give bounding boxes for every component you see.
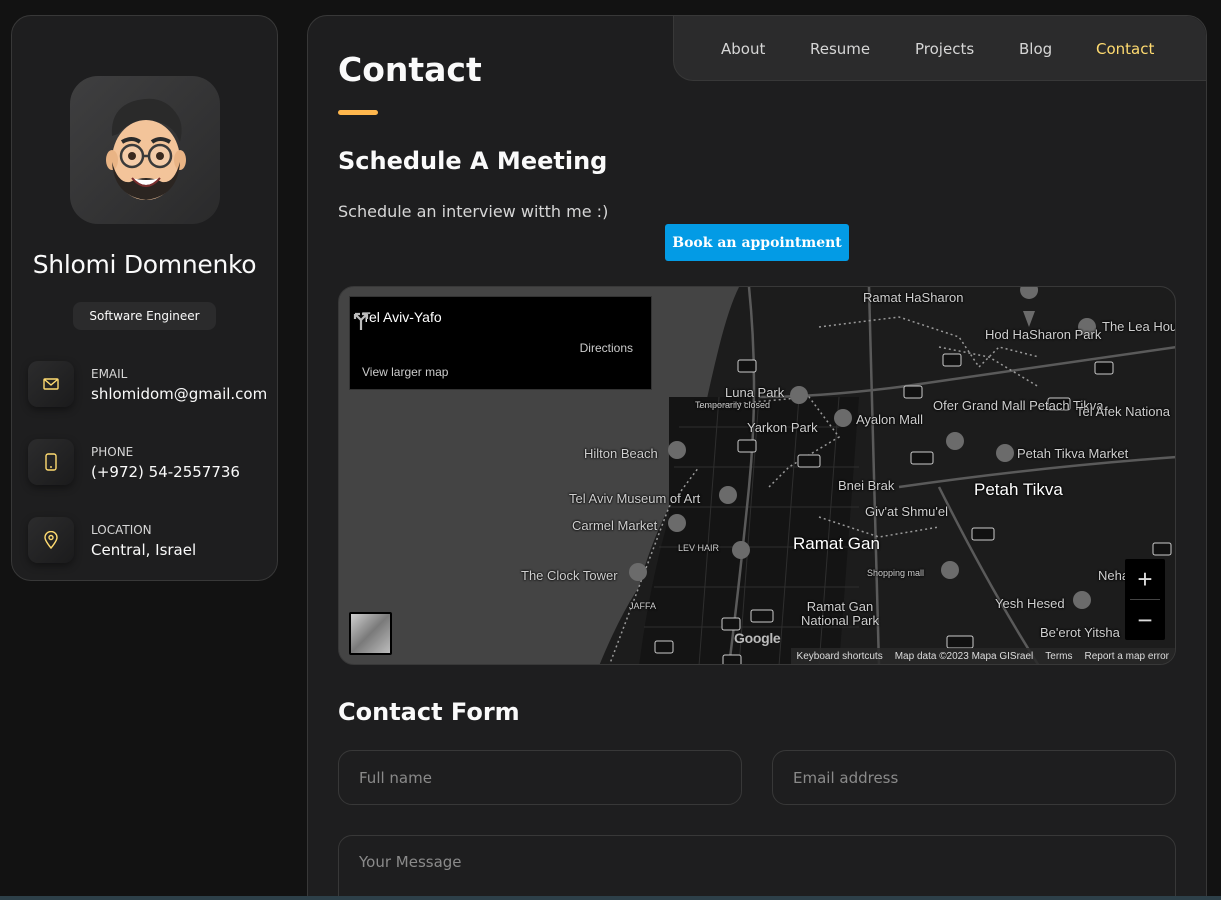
map-label: Petah Tikva	[974, 480, 1063, 499]
map-info-card: Tel Aviv-Yafo Directions View larger map	[349, 296, 652, 390]
contact-item-email: EMAIL shlomidom@gmail.com	[28, 361, 268, 439]
map-label: The Clock Tower	[521, 568, 618, 583]
map-label: Hod HaSharon Park	[985, 327, 1102, 342]
phone-link[interactable]: (+972) 54-2557736	[91, 463, 240, 481]
bottom-strip	[0, 896, 1221, 900]
contact-label: PHONE	[91, 445, 134, 459]
avatar	[70, 76, 220, 224]
location-value: Central, Israel	[91, 541, 197, 559]
nav-blog[interactable]: Blog	[1019, 40, 1052, 58]
nav-resume[interactable]: Resume	[810, 40, 870, 58]
map-label: Ramat Gan	[793, 534, 880, 553]
contact-label: LOCATION	[91, 523, 152, 537]
map-label: Ramat HaSharon	[863, 290, 964, 305]
terms-link[interactable]: Terms	[1045, 651, 1072, 662]
schedule-text: Schedule an interview witth me :)	[338, 202, 609, 221]
email-input[interactable]	[772, 750, 1176, 805]
report-error-link[interactable]: Report a map error	[1085, 651, 1169, 662]
main-panel: About Resume Projects Blog Contact Conta…	[307, 15, 1207, 900]
map-label: LEV HAIR	[678, 543, 720, 553]
schedule-heading: Schedule A Meeting	[338, 147, 608, 175]
map-label: Tel Aviv Museum of Art	[569, 491, 701, 506]
navbar: About Resume Projects Blog Contact	[673, 16, 1206, 81]
zoom-out-button[interactable]: −	[1125, 600, 1165, 640]
memoji-avatar-icon	[106, 98, 186, 200]
map-label: Shopping mall	[867, 568, 925, 578]
map-label: Carmel Market	[572, 518, 658, 533]
location-pin-icon	[28, 517, 74, 563]
map-label: Ramat Gan National Park	[800, 599, 880, 628]
satellite-toggle-button[interactable]	[349, 612, 392, 655]
book-appointment-button[interactable]: Book an appointment	[665, 224, 849, 261]
map-label: Bnei Brak	[838, 478, 895, 493]
map-label: Giv'at Shmu'el	[865, 504, 948, 519]
map-label: Hilton Beach	[584, 446, 658, 461]
contact-form-heading: Contact Form	[338, 698, 520, 726]
map-label: Yarkon Park	[747, 420, 818, 435]
nav-about[interactable]: About	[721, 40, 765, 58]
nav-contact[interactable]: Contact	[1096, 40, 1154, 58]
keyboard-shortcuts-link[interactable]: Keyboard shortcuts	[797, 651, 883, 662]
profile-sidebar: Shlomi Domnenko Software Engineer EMAIL …	[11, 15, 278, 581]
map-label: Yesh Hesed	[995, 596, 1065, 611]
message-textarea[interactable]	[338, 835, 1176, 900]
map-label: Luna Park	[725, 385, 785, 400]
contact-label: EMAIL	[91, 367, 128, 381]
map-data-text: Map data ©2023 Mapa GISrael	[894, 650, 1034, 662]
google-logo: Google	[734, 630, 781, 646]
nav-projects[interactable]: Projects	[915, 40, 974, 58]
contact-item-location: LOCATION Central, Israel	[28, 517, 268, 595]
phone-icon	[28, 439, 74, 485]
title-underline	[338, 110, 378, 115]
directions-icon[interactable]	[350, 309, 372, 331]
view-larger-map-link[interactable]: View larger map	[362, 365, 448, 379]
email-link[interactable]: shlomidom@gmail.com	[91, 385, 267, 403]
map-zoom-control: + −	[1125, 559, 1165, 640]
zoom-in-button[interactable]: +	[1125, 559, 1165, 599]
map-label: The Lea Hou	[1102, 319, 1176, 334]
contact-item-phone: PHONE (+972) 54-2557736	[28, 439, 268, 517]
page-title: Contact	[338, 50, 482, 89]
job-title-badge: Software Engineer	[73, 302, 216, 330]
map-label: Petah Tikva Market	[1017, 446, 1129, 461]
map-attribution: Keyboard shortcuts Map data ©2023 Mapa G…	[790, 648, 1175, 664]
contact-list: EMAIL shlomidom@gmail.com PHONE (+972) 5…	[28, 361, 268, 595]
map-place-name: Tel Aviv-Yafo	[362, 309, 442, 325]
map-label: Be'erot Yitsha	[1040, 625, 1120, 640]
map-label: JAFFA	[629, 601, 657, 611]
map-label: Temporarily closed	[695, 400, 771, 410]
google-map[interactable]: Ramat HaSharon Hod HaSharon Park The Lea…	[338, 286, 1176, 665]
mail-icon	[28, 361, 74, 407]
map-label: Ayalon Mall	[856, 412, 923, 427]
map-label: Tel Afek Nationa	[1076, 404, 1170, 419]
fullname-input[interactable]	[338, 750, 742, 805]
directions-link[interactable]: Directions	[580, 341, 633, 355]
profile-name: Shlomi Domnenko	[32, 250, 257, 279]
